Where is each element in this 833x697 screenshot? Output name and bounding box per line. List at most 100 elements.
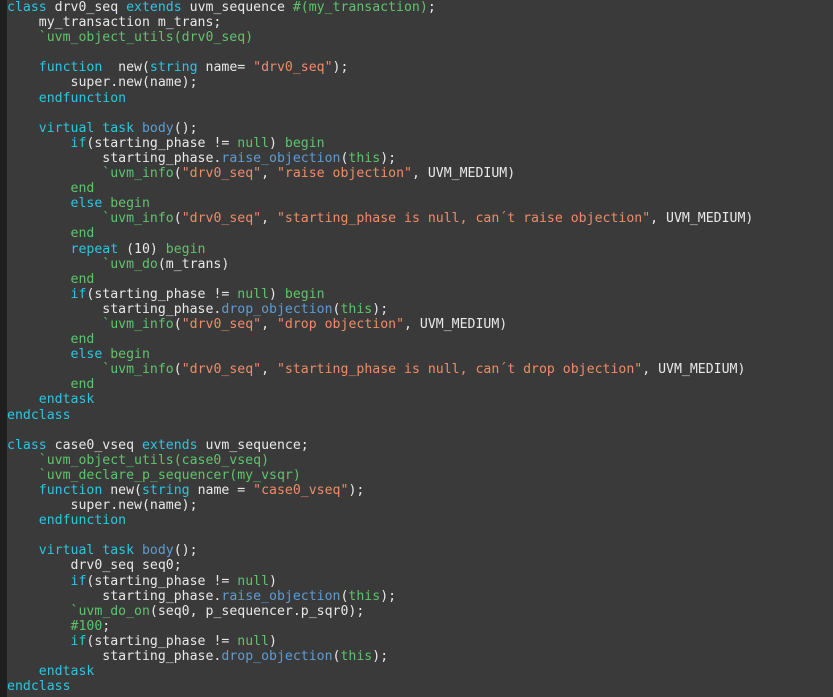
- code-line: else begin: [7, 196, 833, 211]
- code-line: class drv0_seq extends uvm_sequence #(my…: [7, 0, 833, 15]
- code-line: ​: [7, 423, 833, 438]
- code-token: class: [7, 437, 55, 453]
- code-token: super.new(name);: [7, 498, 198, 514]
- code-token: raise_objection: [221, 150, 341, 166]
- code-token: );: [372, 301, 389, 317]
- code-token: ,: [261, 166, 277, 182]
- code-token: end: [7, 271, 95, 287]
- code-line: endfunction: [7, 91, 833, 106]
- code-token: "drv0_seq": [253, 60, 333, 76]
- code-token: super.new(name);: [7, 75, 198, 91]
- code-line: `uvm_info("drv0_seq", "drop objection", …: [7, 317, 833, 332]
- code-token: begin: [110, 196, 150, 212]
- code-token: (: [173, 166, 182, 182]
- code-token: "raise objection": [276, 166, 412, 182]
- code-token: else: [7, 347, 111, 363]
- code-token: extends: [126, 0, 182, 15]
- code-token: ;: [427, 0, 436, 15]
- code-line: end: [7, 181, 833, 196]
- code-line: starting_phase.raise_objection(this);: [7, 589, 833, 604]
- code-token: begin: [284, 135, 325, 151]
- code-token: "drv0_seq": [181, 166, 262, 182]
- code-line: my_transaction m_trans;: [7, 15, 833, 30]
- code-token: );: [348, 483, 365, 498]
- code-token: "case0_vseq": [253, 483, 349, 498]
- code-token: virtual task: [7, 543, 142, 559]
- code-line: starting_phase.drop_objection(this);: [7, 302, 833, 317]
- code-token: ();: [173, 543, 198, 559]
- code-token: raise_objection: [221, 588, 341, 604]
- code-token: endtask: [7, 392, 95, 408]
- code-line: drv0_seq seq0;: [7, 558, 833, 573]
- code-token: name =: [189, 483, 254, 498]
- code-token: (: [173, 211, 182, 227]
- code-line: end: [7, 272, 833, 287]
- code-token: );: [332, 60, 349, 76]
- code-token: `uvm_object_utils(case0_vseq): [7, 452, 270, 468]
- code-line: function new(string name= "drv0_seq");: [7, 60, 833, 75]
- code-token: ();: [173, 120, 198, 136]
- code-token: "drv0_seq": [181, 362, 262, 378]
- code-token: ): [269, 286, 285, 302]
- code-token: endfunction: [7, 90, 127, 106]
- code-token: this: [340, 649, 373, 665]
- code-line: endclass: [7, 408, 833, 423]
- code-line: super.new(name);: [7, 498, 833, 513]
- code-token: this: [348, 588, 381, 604]
- code-line: `uvm_info("drv0_seq", "raise objection",…: [7, 166, 833, 181]
- code-token: ): [269, 573, 277, 589]
- code-token: );: [372, 649, 389, 665]
- code-token: function: [7, 483, 103, 498]
- code-line: endclass: [7, 679, 833, 694]
- code-token: name=: [197, 60, 254, 76]
- code-token: "drop objection": [276, 316, 405, 332]
- code-line: `uvm_info("drv0_seq", "starting_phase is…: [7, 211, 833, 226]
- code-token: begin: [110, 347, 150, 363]
- code-token: if: [7, 633, 87, 649]
- code-token: null: [237, 286, 270, 302]
- code-token: #(my_transaction): [292, 0, 428, 15]
- code-token: virtual task: [7, 120, 142, 136]
- code-token: `uvm_info: [7, 362, 174, 378]
- code-token: endtask: [7, 664, 95, 680]
- code-token: (: [173, 316, 182, 332]
- code-line: end: [7, 377, 833, 392]
- code-line: end: [7, 332, 833, 347]
- code-token: ,: [261, 211, 277, 227]
- code-token: , UVM_MEDIUM): [642, 362, 746, 378]
- code-token: );: [380, 588, 397, 604]
- code-line: endtask: [7, 392, 833, 407]
- code-token: "starting_phase is null, can´t drop obje…: [276, 362, 643, 378]
- code-line: if(starting_phase != null) begin: [7, 287, 833, 302]
- code-token: `uvm_do_on: [7, 603, 150, 619]
- code-token: my_transaction m_trans;: [7, 15, 222, 31]
- code-line: `uvm_object_utils(case0_vseq): [7, 453, 833, 468]
- code-line: starting_phase.drop_objection(this);: [7, 649, 833, 664]
- code-token: (m_trans): [157, 256, 230, 272]
- code-line: if(starting_phase != null): [7, 634, 833, 649]
- code-token: if: [7, 286, 87, 302]
- code-token: string: [141, 483, 190, 498]
- code-line: endtask: [7, 664, 833, 679]
- code-line: `uvm_declare_p_sequencer(my_vsqr): [7, 468, 833, 483]
- code-token: extends: [141, 437, 198, 453]
- code-token: `uvm_info: [7, 316, 174, 332]
- code-token: function: [7, 60, 103, 76]
- code-token: ): [269, 633, 277, 649]
- code-token: new(: [102, 483, 142, 498]
- code-token: end: [7, 332, 95, 348]
- code-token: body: [141, 543, 174, 559]
- code-line: `uvm_do_on(seq0, p_sequencer.p_sqr0);: [7, 604, 833, 619]
- code-line: class case0_vseq extends uvm_sequence;: [7, 438, 833, 453]
- code-line: `uvm_info("drv0_seq", "starting_phase is…: [7, 362, 833, 377]
- code-token: (starting_phase !=: [86, 633, 238, 649]
- code-token: #100: [7, 618, 103, 634]
- code-token: (10): [118, 241, 166, 257]
- code-token: if: [7, 135, 87, 151]
- code-token: , UVM_MEDIUM): [650, 211, 754, 227]
- code-viewer: class drv0_seq extends uvm_sequence #(my…: [0, 0, 833, 697]
- code-token: endclass: [7, 679, 71, 695]
- code-block[interactable]: class drv0_seq extends uvm_sequence #(my…: [7, 0, 833, 697]
- code-token: uvm_sequence;: [197, 437, 309, 453]
- code-token: this: [348, 150, 381, 166]
